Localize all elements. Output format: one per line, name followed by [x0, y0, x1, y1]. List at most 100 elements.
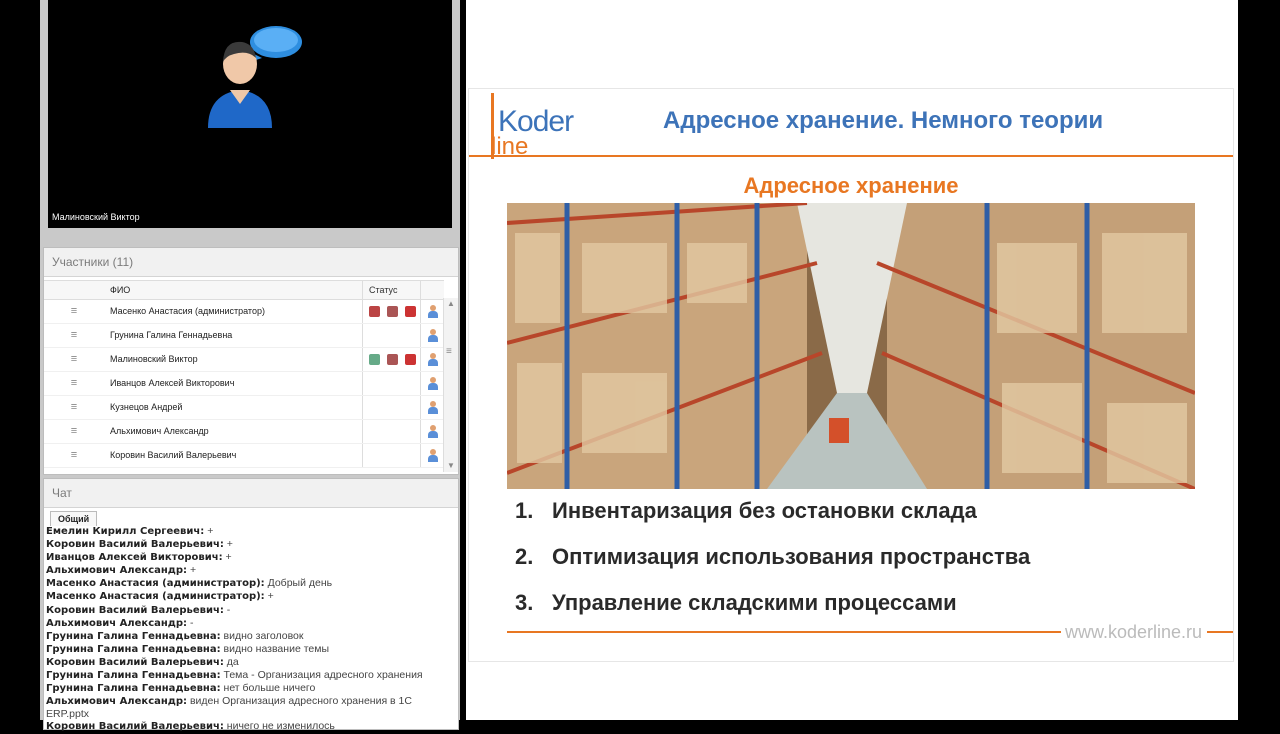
- chat-text: +: [226, 538, 233, 551]
- chat-message: Грунина Галина Геннадьевна: видно заголо…: [46, 630, 456, 643]
- footer-rule-left: [507, 631, 1061, 633]
- participants-panel: Участники (11) ФИО Статус ≡ Масенко Анаст…: [43, 247, 459, 475]
- row-menu-icon[interactable]: ≡: [44, 444, 104, 467]
- chat-author: Коровин Василий Валерьевич:: [46, 539, 224, 551]
- row-menu-icon[interactable]: ≡: [44, 396, 104, 419]
- participant-status: [362, 444, 421, 467]
- participants-scrollbar[interactable]: ▲ ≡ ▼: [443, 298, 458, 472]
- chat-author: Емелин Кирилл Сергеевич:: [46, 526, 205, 537]
- chat-message: Альхимович Александр: +: [46, 564, 456, 577]
- chat-text: +: [225, 551, 232, 564]
- chat-author: Грунина Галина Геннадьевна:: [46, 643, 221, 655]
- speaker-avatar-icon: [208, 26, 302, 128]
- slide-list: 1. Инвентаризация без остановки склада 2.…: [515, 491, 1030, 629]
- chat-author: Альхимович Александр:: [46, 696, 188, 708]
- presentation-slide: Koder line Адресное хранение. Немного те…: [468, 88, 1234, 662]
- participant-role: [420, 300, 445, 323]
- user-icon: [428, 353, 438, 366]
- chat-message: Альхимович Александр: виден Организация …: [46, 695, 456, 720]
- column-header-role[interactable]: [420, 281, 445, 299]
- chat-text: -: [226, 603, 231, 616]
- tab-general[interactable]: Общий: [50, 511, 98, 526]
- chat-text: +: [267, 590, 274, 603]
- user-icon: [428, 449, 438, 462]
- chat-log: Емелин Кирилл Сергеевич: + Коровин Васили…: [46, 525, 456, 734]
- list-text: Оптимизация использования пространства: [552, 544, 1031, 569]
- scroll-grip-icon[interactable]: ≡: [446, 346, 452, 357]
- slide-title: Адресное хранение. Немного теории: [663, 107, 1104, 134]
- list-number: 2.: [515, 544, 534, 569]
- participant-name: Грунина Галина Геннадьевна: [110, 330, 233, 340]
- participant-role: [420, 420, 445, 443]
- participant-name: Масенко Анастасия (администратор): [110, 306, 265, 316]
- participant-row[interactable]: ≡ Иванцов Алексей Викторович: [44, 372, 444, 396]
- header-rule: [469, 155, 1233, 157]
- chat-author: Иванцов Алексей Викторович:: [46, 552, 223, 564]
- chat-text: Тема - Организация адресного хранения: [223, 669, 423, 682]
- column-header-status[interactable]: Статус: [362, 281, 420, 299]
- chat-message: Иванцов Алексей Викторович: +: [46, 551, 456, 564]
- admin-hat-icon[interactable]: [369, 306, 380, 317]
- list-item: 3. Управление складскими процессами: [515, 583, 1030, 629]
- chat-author: Коровин Василий Валерьевич:: [46, 604, 224, 616]
- microphone-icon[interactable]: [387, 306, 398, 317]
- chat-author: Масенко Анастасия (администратор):: [46, 591, 265, 603]
- participant-status: [362, 300, 421, 323]
- participant-name: Кузнецов Андрей: [110, 402, 183, 412]
- chat-author: Альхимович Александр:: [46, 565, 188, 577]
- chat-text: да: [226, 655, 239, 668]
- row-menu-icon[interactable]: ≡: [44, 348, 104, 371]
- chat-author: Грунина Галина Геннадьевна:: [46, 630, 221, 642]
- participant-row[interactable]: ≡ Кузнецов Андрей: [44, 396, 444, 420]
- participant-row[interactable]: ≡ Коровин Василий Валерьевич: [44, 444, 444, 468]
- participant-name: Иванцов Алексей Викторович: [110, 378, 235, 388]
- chat-author: Масенко Анастасия (администратор):: [46, 578, 265, 590]
- chat-text: видно название темы: [223, 642, 329, 655]
- scroll-up-icon[interactable]: ▲: [444, 298, 458, 310]
- participant-row[interactable]: ≡ Альхимович Александр: [44, 420, 444, 444]
- user-icon: [428, 305, 438, 318]
- chat-message: Грунина Галина Геннадьевна: видно назван…: [46, 643, 456, 656]
- user-icon: [428, 329, 438, 342]
- participants-title: Участники (11): [44, 248, 458, 277]
- participant-status: [362, 324, 421, 347]
- row-menu-icon[interactable]: ≡: [44, 300, 104, 323]
- chat-text: Добрый день: [267, 577, 333, 590]
- chat-message: Грунина Галина Геннадьевна: Тема - Орган…: [46, 669, 456, 682]
- participant-status: [362, 348, 421, 371]
- participant-row[interactable]: ≡ Масенко Анастасия (администратор): [44, 300, 444, 324]
- participant-row[interactable]: ≡ Грунина Галина Геннадьевна: [44, 324, 444, 348]
- chat-message: Коровин Василий Валерьевич: да: [46, 656, 456, 669]
- list-item: 1. Инвентаризация без остановки склада: [515, 491, 1030, 537]
- chat-title: Чат: [44, 479, 458, 508]
- microphone-icon[interactable]: [387, 354, 398, 365]
- user-icon: [428, 425, 438, 438]
- camera-off-icon[interactable]: [405, 306, 416, 317]
- chat-message: Коровин Василий Валерьевич: +: [46, 538, 456, 551]
- slide-subtitle: Адресное хранение: [743, 173, 959, 198]
- user-icon: [428, 377, 438, 390]
- scroll-down-icon[interactable]: ▼: [444, 460, 458, 472]
- speaking-icon[interactable]: [369, 354, 380, 365]
- participant-row[interactable]: ≡ Малиновский Виктор: [44, 348, 444, 372]
- participant-status: [362, 372, 421, 395]
- chat-message: Грунина Галина Геннадьевна: нет больше н…: [46, 682, 456, 695]
- row-menu-icon[interactable]: ≡: [44, 372, 104, 395]
- chat-message: Коровин Василий Валерьевич: ничего не из…: [46, 720, 456, 733]
- participants-table: ФИО Статус ≡ Масенко Анастасия (администр…: [44, 280, 444, 468]
- chat-text: ничего не изменилось: [226, 720, 335, 733]
- list-item: 2. Оптимизация использования пространства: [515, 537, 1030, 583]
- chat-author: Альхимович Александр:: [46, 617, 188, 629]
- chat-message: Альхимович Александр: -: [46, 617, 456, 630]
- row-menu-icon[interactable]: ≡: [44, 324, 104, 347]
- participant-name: Малиновский Виктор: [110, 354, 198, 364]
- column-header-name[interactable]: ФИО: [110, 281, 130, 299]
- camera-off-icon[interactable]: [405, 354, 416, 365]
- row-menu-icon[interactable]: ≡: [44, 420, 104, 443]
- list-text: Управление складскими процессами: [552, 590, 957, 615]
- list-number: 1.: [515, 498, 534, 523]
- chat-text: +: [189, 564, 197, 577]
- participant-status: [362, 420, 421, 443]
- participant-role: [420, 348, 445, 371]
- participant-role: [420, 396, 445, 419]
